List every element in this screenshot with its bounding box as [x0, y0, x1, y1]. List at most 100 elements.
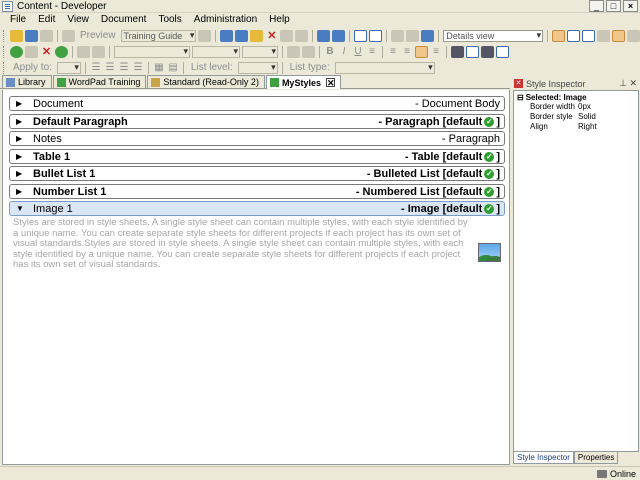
accept-icon[interactable]	[55, 45, 68, 58]
insert-table-icon[interactable]: ▦	[153, 62, 165, 74]
menu-help[interactable]: Help	[263, 13, 296, 27]
property-row[interactable]: Border style Solid	[514, 112, 638, 122]
outdent-icon[interactable]: ☰	[118, 62, 130, 74]
style-select[interactable]	[114, 45, 190, 58]
open-icon[interactable]	[10, 29, 23, 42]
training-guide-select[interactable]: Training Guide	[120, 29, 197, 42]
menu-administration[interactable]: Administration	[188, 13, 263, 27]
font-select[interactable]	[192, 45, 240, 58]
tab-wordpad-training[interactable]: WordPad Training	[52, 75, 147, 88]
toolbar-grip[interactable]	[3, 29, 6, 42]
maximize-button[interactable]: □	[606, 0, 621, 12]
copy-icon[interactable]	[235, 29, 249, 42]
expand-arrow-icon[interactable]: ▶	[16, 117, 26, 126]
document-view-icon[interactable]	[597, 29, 611, 42]
expand-icon[interactable]	[354, 29, 368, 42]
list-type-select[interactable]	[334, 61, 435, 74]
tab-mystyles[interactable]: MyStyles ✕	[265, 75, 341, 89]
style-row-number-list-1[interactable]: ▶ Number List 1 - Numbered List [default…	[9, 184, 505, 199]
expand-arrow-icon[interactable]: ▶	[16, 134, 26, 143]
image-frame-icon[interactable]	[496, 45, 509, 58]
layout-view-icon[interactable]	[552, 29, 566, 42]
view-mode-select[interactable]: Details view	[443, 29, 544, 42]
frame-icon[interactable]	[481, 45, 494, 58]
strikethrough-icon[interactable]: ≡	[366, 46, 378, 58]
pin-icon[interactable]: ⊥ ✕	[619, 78, 637, 89]
import-icon[interactable]	[77, 45, 90, 58]
collapse-arrow-icon[interactable]: ▼	[16, 204, 26, 213]
menu-file[interactable]: File	[0, 13, 32, 27]
expand-arrow-icon[interactable]: ▶	[16, 99, 26, 108]
toolbar-grip[interactable]	[3, 61, 6, 74]
image-preview-icon[interactable]	[478, 243, 501, 262]
style-row-image-1[interactable]: ▼ Image 1 - Image [default ✓]	[9, 201, 505, 216]
numbered-list-icon[interactable]: ☰	[104, 62, 116, 74]
justify-icon[interactable]: ≡	[430, 46, 442, 58]
close-button[interactable]: ×	[623, 0, 638, 12]
align-left-icon[interactable]: ≡	[387, 46, 399, 58]
print-icon[interactable]	[39, 29, 53, 42]
menu-document[interactable]: Document	[95, 13, 153, 27]
property-row[interactable]: Align Right	[514, 122, 638, 132]
add-icon[interactable]	[10, 45, 23, 58]
menu-edit[interactable]: Edit	[32, 13, 61, 27]
spellcheck-icon[interactable]	[406, 29, 420, 42]
style-row-document[interactable]: ▶ Document - Document Body	[9, 96, 505, 111]
delete-icon[interactable]: ✕	[265, 30, 278, 42]
style-row-bullet-list-1[interactable]: ▶ Bullet List 1 - Bulleted List [default…	[9, 166, 505, 181]
export-icon[interactable]	[92, 45, 105, 58]
font-size-select[interactable]	[242, 45, 278, 58]
property-row[interactable]: Border width 0px	[514, 102, 638, 112]
menu-view[interactable]: View	[61, 13, 95, 27]
preview-icon[interactable]	[61, 29, 75, 42]
link-icon[interactable]	[295, 29, 309, 42]
style-row-notes[interactable]: ▶ Notes - Paragraph	[9, 131, 505, 146]
preview-button[interactable]: Preview	[77, 30, 119, 42]
paste-icon[interactable]	[250, 29, 264, 42]
split-view-icon[interactable]	[567, 29, 581, 42]
align-right-icon[interactable]	[415, 45, 428, 58]
publish-icon[interactable]	[198, 29, 212, 42]
inspector-selected[interactable]: ⊟ Selected: Image	[514, 91, 638, 102]
undo-icon[interactable]	[317, 29, 331, 42]
inspector-toggle-icon[interactable]	[612, 29, 626, 42]
save-icon[interactable]	[24, 29, 38, 42]
style-row-table-1[interactable]: ▶ Table 1 - Table [default ✓]	[9, 149, 505, 164]
move-handle-icon[interactable]	[451, 45, 464, 58]
menu-tools[interactable]: Tools	[152, 13, 187, 27]
find-icon[interactable]	[391, 29, 405, 42]
minimize-button[interactable]: _	[589, 0, 604, 12]
cut-icon[interactable]	[220, 29, 234, 42]
indent-icon[interactable]: ☰	[132, 62, 144, 74]
expand-arrow-icon[interactable]: ▶	[16, 187, 26, 196]
move-icon[interactable]	[25, 45, 38, 58]
underline-icon[interactable]: U	[352, 46, 364, 58]
inspector-close-icon[interactable]: ✕	[514, 79, 523, 88]
list-level-select[interactable]	[237, 61, 278, 74]
help-icon[interactable]	[421, 29, 435, 42]
remove-icon[interactable]: ✕	[40, 46, 53, 58]
redo-icon[interactable]	[332, 29, 346, 42]
apply-to-select[interactable]	[56, 61, 81, 74]
duplicate-icon[interactable]	[280, 29, 294, 42]
collapse-icon[interactable]	[369, 29, 383, 42]
refresh-icon[interactable]	[627, 29, 640, 42]
tab-library[interactable]: Library	[2, 75, 52, 88]
tab-close-icon[interactable]: ✕	[325, 78, 335, 88]
tab-properties[interactable]: Properties	[573, 452, 619, 464]
insert-row-icon[interactable]: ▤	[167, 62, 179, 74]
align-center-icon[interactable]: ≡	[401, 46, 413, 58]
columns-view-icon[interactable]	[582, 29, 596, 42]
table-icon[interactable]	[466, 45, 479, 58]
tree-collapse-icon[interactable]: ⊟	[517, 93, 524, 102]
tab-standard[interactable]: Standard (Read-Only 2)	[147, 75, 265, 88]
format-icon[interactable]	[287, 45, 300, 58]
expand-arrow-icon[interactable]: ▶	[16, 152, 26, 161]
format-painter-icon[interactable]	[302, 45, 315, 58]
italic-icon[interactable]: I	[338, 46, 350, 58]
expand-arrow-icon[interactable]: ▶	[16, 169, 26, 178]
toolbar-grip[interactable]	[3, 45, 6, 58]
tab-style-inspector[interactable]: Style Inspector	[513, 452, 574, 464]
style-row-default-paragraph[interactable]: ▶ Default Paragraph - Paragraph [default…	[9, 114, 505, 129]
bullet-list-icon[interactable]: ☰	[90, 62, 102, 74]
